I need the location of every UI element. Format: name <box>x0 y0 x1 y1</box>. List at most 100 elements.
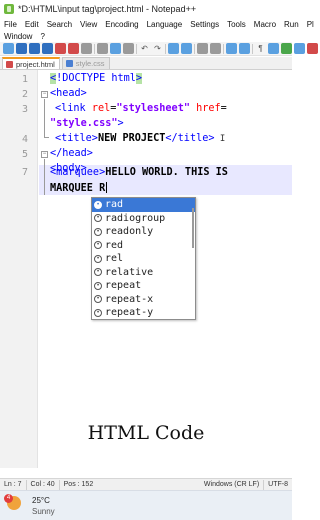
zoom-out-icon[interactable] <box>210 43 221 54</box>
code-token: href <box>189 103 221 114</box>
menu-help[interactable]: ? <box>40 32 44 41</box>
close-all-icon[interactable] <box>68 43 79 54</box>
replace-icon[interactable] <box>181 43 192 54</box>
word-wrap-icon[interactable]: ¶ <box>255 43 266 54</box>
undo-icon[interactable]: ↶ <box>139 43 150 54</box>
weather-condition[interactable]: Sunny <box>32 507 55 516</box>
save-icon[interactable] <box>29 43 40 54</box>
sync-horizontal-icon[interactable] <box>239 43 250 54</box>
paste-icon[interactable] <box>123 43 134 54</box>
status-encoding[interactable]: UTF-8 <box>264 480 292 490</box>
code-line-2: <head> <box>50 88 87 99</box>
menu-language[interactable]: Language <box>147 20 183 29</box>
autocomplete-item[interactable]: • rel <box>92 252 195 266</box>
zoom-in-icon[interactable] <box>197 43 208 54</box>
autocomplete-item-label: repeat <box>105 280 142 292</box>
toolbar: ↶ ↷ ¶ <box>0 42 318 56</box>
fold-collapse-icon[interactable]: − <box>41 91 48 98</box>
tab-style-css[interactable]: style.css <box>61 57 110 69</box>
menu-settings[interactable]: Settings <box>190 20 219 29</box>
autocomplete-item[interactable]: • radiogroup <box>92 212 195 226</box>
find-icon[interactable] <box>168 43 179 54</box>
line-number-gutter <box>0 70 38 468</box>
line-number: 7 <box>21 167 28 178</box>
code-token: > <box>135 73 143 84</box>
unsaved-file-icon <box>6 60 13 68</box>
code-token: <title> <box>55 133 98 144</box>
autocomplete-scrollbar[interactable] <box>192 208 194 248</box>
menu-bar: File Edit Search View Encoding Language … <box>0 18 314 42</box>
tab-label: project.html <box>16 59 55 69</box>
autocomplete-item[interactable]: • repeat <box>92 279 195 293</box>
autocomplete-item[interactable]: • rad <box>92 198 195 212</box>
autocomplete-item-label: red <box>105 239 124 251</box>
text-cursor-icon: I <box>214 134 226 144</box>
code-token: HELLO WORLD. THIS IS <box>105 167 228 178</box>
code-line-5: </head> <box>50 148 93 159</box>
menu-run[interactable]: Run <box>284 20 299 29</box>
autocomplete-item[interactable]: • repeat-x <box>92 293 195 307</box>
menu-view[interactable]: View <box>80 20 97 29</box>
menu-file[interactable]: File <box>4 20 17 29</box>
autocomplete-popup[interactable]: • rad • radiogroup • readonly • red • rel • re… <box>91 197 196 320</box>
keyword-icon: • <box>94 200 102 209</box>
status-eol[interactable]: Windows (CR LF) <box>200 479 265 490</box>
tab-label: style.css <box>75 59 105 68</box>
keyword-icon: • <box>94 281 102 290</box>
text-caret <box>106 182 108 193</box>
sync-vertical-icon[interactable] <box>226 43 237 54</box>
toolbar-separator <box>194 43 195 54</box>
tab-bar: project.html style.css <box>0 57 292 70</box>
copy-icon[interactable] <box>110 43 121 54</box>
toolbar-separator <box>136 43 137 54</box>
toolbar-separator <box>165 43 166 54</box>
autocomplete-item[interactable]: • relative <box>92 266 195 280</box>
autocomplete-item[interactable]: • red <box>92 239 195 253</box>
video-caption: HTML Code <box>87 422 205 444</box>
open-file-icon[interactable] <box>16 43 27 54</box>
code-token: = <box>220 103 227 114</box>
autocomplete-item-label: radiogroup <box>105 212 166 224</box>
save-all-icon[interactable] <box>42 43 53 54</box>
close-file-icon[interactable] <box>55 43 66 54</box>
redo-icon[interactable]: ↷ <box>152 43 163 54</box>
doc-map-icon[interactable] <box>281 43 292 54</box>
function-list-icon[interactable] <box>294 43 305 54</box>
indent-guide-icon[interactable] <box>268 43 279 54</box>
code-line-7: <marquee>HELLO WORLD. THIS IS <box>50 167 228 178</box>
autocomplete-item-label: rel <box>105 253 124 265</box>
autocomplete-item-label: repeat-x <box>105 293 154 305</box>
keyword-icon: • <box>94 254 102 263</box>
menu-search[interactable]: Search <box>47 20 72 29</box>
fold-collapse-icon[interactable]: − <box>41 151 48 158</box>
window-title: *D:\HTML\input tag\project.html - Notepa… <box>18 4 197 14</box>
keyword-icon: • <box>94 268 102 277</box>
menu-encoding[interactable]: Encoding <box>105 20 138 29</box>
keyword-icon: • <box>94 241 102 250</box>
autocomplete-item[interactable]: • readonly <box>92 225 195 239</box>
menu-plugins[interactable]: Pl <box>307 20 314 29</box>
menu-window[interactable]: Window <box>4 32 32 41</box>
saved-file-icon <box>65 60 73 67</box>
record-macro-icon[interactable] <box>307 43 318 54</box>
new-file-icon[interactable] <box>3 43 14 54</box>
code-line-3: <link rel="stylesheet" href= <box>55 103 227 114</box>
menu-macro[interactable]: Macro <box>254 20 276 29</box>
toolbar-separator <box>94 43 95 54</box>
menu-edit[interactable]: Edit <box>25 20 39 29</box>
print-icon[interactable] <box>81 43 92 54</box>
tab-project-html[interactable]: project.html <box>2 57 60 69</box>
menu-tools[interactable]: Tools <box>227 20 246 29</box>
code-token: <link <box>55 103 92 114</box>
fold-end-marker <box>44 137 49 138</box>
autocomplete-item-label: relative <box>105 266 154 278</box>
autocomplete-item[interactable]: • repeat-y <box>92 306 195 320</box>
code-token: </title> <box>165 133 215 144</box>
notification-badge: 4 <box>4 494 13 503</box>
code-token: "style.css" <box>50 118 118 129</box>
keyword-icon: • <box>94 308 102 317</box>
cut-icon[interactable] <box>97 43 108 54</box>
title-bar: *D:\HTML\input tag\project.html - Notepa… <box>0 0 292 18</box>
line-number: 5 <box>21 149 28 160</box>
weather-temperature[interactable]: 25°C <box>32 496 50 505</box>
